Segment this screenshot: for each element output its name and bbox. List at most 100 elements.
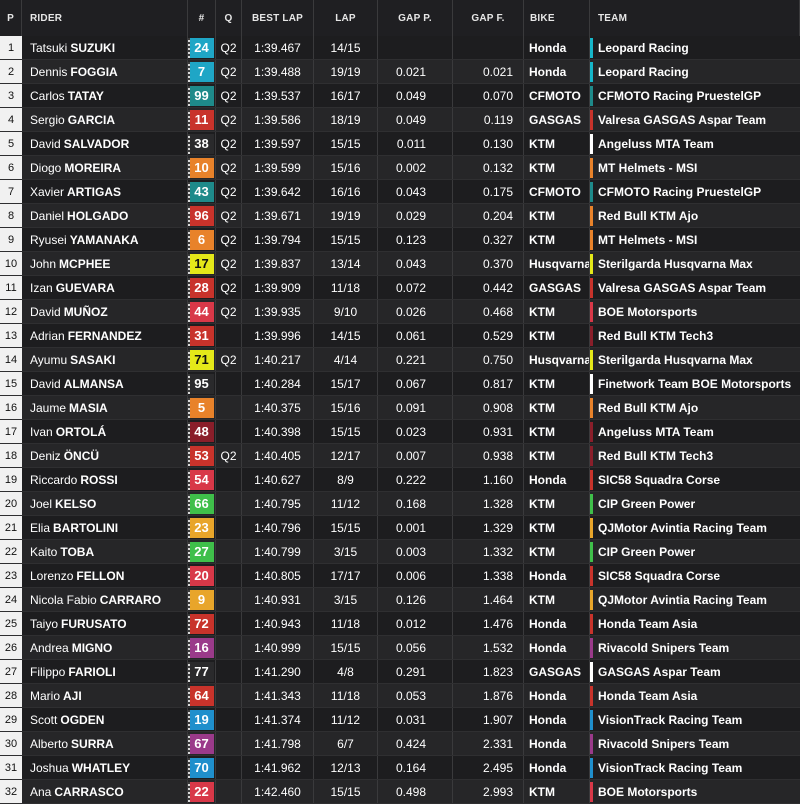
table-row[interactable]: 21 Elia BARTOLINI 23 1:40.796 15/15 0.001 1.329… bbox=[0, 516, 800, 540]
table-row[interactable]: 11 Izan GUEVARA 28 Q2 1:39.909 11/18 0.072 0.442… bbox=[0, 276, 800, 300]
rider-name[interactable]: Andrea MIGNO bbox=[22, 636, 188, 659]
rider-name[interactable]: Xavier ARTIGAS bbox=[22, 180, 188, 203]
table-row[interactable]: 10 John MCPHEE 17 Q2 1:39.837 13/14 0.043 0.370 H… bbox=[0, 252, 800, 276]
rider-name[interactable]: Izan GUEVARA bbox=[22, 276, 188, 299]
team-name[interactable]: CIP Green Power bbox=[590, 492, 800, 515]
table-row[interactable]: 3 Carlos TATAY 99 Q2 1:39.537 16/17 0.049 0.070 C… bbox=[0, 84, 800, 108]
rider-name[interactable]: John MCPHEE bbox=[22, 252, 188, 275]
table-row[interactable]: 31 Joshua WHATLEY 70 1:41.962 12/13 0.164 2.495… bbox=[0, 756, 800, 780]
table-row[interactable]: 28 Mario AJI 64 1:41.343 11/18 0.053 1.876 Honda… bbox=[0, 684, 800, 708]
table-row[interactable]: 4 Sergio GARCIA 11 Q2 1:39.586 18/19 0.049 0.119… bbox=[0, 108, 800, 132]
team-name[interactable]: SIC58 Squadra Corse bbox=[590, 564, 800, 587]
table-row[interactable]: 13 Adrian FERNANDEZ 31 1:39.996 14/15 0.061 0.5… bbox=[0, 324, 800, 348]
rider-name[interactable]: Ayumu SASAKI bbox=[22, 348, 188, 371]
team-name[interactable]: Angeluss MTA Team bbox=[590, 420, 800, 443]
team-name[interactable]: Sterilgarda Husqvarna Max bbox=[590, 348, 800, 371]
rider-name[interactable]: Riccardo ROSSI bbox=[22, 468, 188, 491]
team-name[interactable]: CIP Green Power bbox=[590, 540, 800, 563]
team-name[interactable]: Valresa GASGAS Aspar Team bbox=[590, 108, 800, 131]
team-name[interactable]: Rivacold Snipers Team bbox=[590, 732, 800, 755]
rider-name[interactable]: Sergio GARCIA bbox=[22, 108, 188, 131]
rider-name[interactable]: David MUÑOZ bbox=[22, 300, 188, 323]
team-name[interactable]: CFMOTO Racing PruestelGP bbox=[590, 84, 800, 107]
team-name[interactable]: Red Bull KTM Tech3 bbox=[590, 324, 800, 347]
header-bike[interactable]: BIKE bbox=[524, 0, 590, 36]
rider-name[interactable]: Adrian FERNANDEZ bbox=[22, 324, 188, 347]
team-name[interactable]: CFMOTO Racing PruestelGP bbox=[590, 180, 800, 203]
table-row[interactable]: 16 Jaume MASIA 5 1:40.375 15/16 0.091 0.908 KTM R… bbox=[0, 396, 800, 420]
rider-name[interactable]: Lorenzo FELLON bbox=[22, 564, 188, 587]
team-name[interactable]: QJMotor Avintia Racing Team bbox=[590, 588, 800, 611]
team-name[interactable]: Valresa GASGAS Aspar Team bbox=[590, 276, 800, 299]
table-row[interactable]: 23 Lorenzo FELLON 20 1:40.805 17/17 0.006 1.338… bbox=[0, 564, 800, 588]
team-name[interactable]: Leopard Racing bbox=[590, 60, 800, 83]
rider-name[interactable]: Mario AJI bbox=[22, 684, 188, 707]
team-name[interactable]: SIC58 Squadra Corse bbox=[590, 468, 800, 491]
table-row[interactable]: 2 Dennis FOGGIA 7 Q2 1:39.488 19/19 0.021 0.021 H… bbox=[0, 60, 800, 84]
table-row[interactable]: 24 Nicola Fabio CARRARO 9 1:40.931 3/15 0.126 1… bbox=[0, 588, 800, 612]
team-name[interactable]: Honda Team Asia bbox=[590, 684, 800, 707]
table-row[interactable]: 17 Ivan ORTOLÁ 48 1:40.398 15/15 0.023 0.931 KTM… bbox=[0, 420, 800, 444]
rider-name[interactable]: Taiyo FURUSATO bbox=[22, 612, 188, 635]
rider-name[interactable]: Diogo MOREIRA bbox=[22, 156, 188, 179]
team-name[interactable]: VisionTrack Racing Team bbox=[590, 708, 800, 731]
team-name[interactable]: VisionTrack Racing Team bbox=[590, 756, 800, 779]
rider-name[interactable]: Ryusei YAMANAKA bbox=[22, 228, 188, 251]
team-name[interactable]: QJMotor Avintia Racing Team bbox=[590, 516, 800, 539]
team-name[interactable]: Red Bull KTM Ajo bbox=[590, 396, 800, 419]
table-row[interactable]: 7 Xavier ARTIGAS 43 Q2 1:39.642 16/16 0.043 0.17… bbox=[0, 180, 800, 204]
team-name[interactable]: Red Bull KTM Ajo bbox=[590, 204, 800, 227]
team-name[interactable]: GASGAS Aspar Team bbox=[590, 660, 800, 683]
rider-name[interactable]: Ivan ORTOLÁ bbox=[22, 420, 188, 443]
header-best-lap[interactable]: BEST LAP bbox=[242, 0, 314, 36]
table-row[interactable]: 27 Filippo FARIOLI 77 1:41.290 4/8 0.291 1.823 G… bbox=[0, 660, 800, 684]
header-gap-first[interactable]: GAP F. bbox=[453, 0, 524, 36]
rider-name[interactable]: Jaume MASIA bbox=[22, 396, 188, 419]
table-row[interactable]: 20 Joel KELSO 66 1:40.795 11/12 0.168 1.328 KTM C… bbox=[0, 492, 800, 516]
table-row[interactable]: 14 Ayumu SASAKI 71 Q2 1:40.217 4/14 0.221 0.750 H… bbox=[0, 348, 800, 372]
rider-name[interactable]: Nicola Fabio CARRARO bbox=[22, 588, 188, 611]
header-pos[interactable]: P bbox=[0, 0, 22, 36]
team-name[interactable]: BOE Motorsports bbox=[590, 300, 800, 323]
team-name[interactable]: MT Helmets - MSI bbox=[590, 228, 800, 251]
table-row[interactable]: 30 Alberto SURRA 67 1:41.798 6/7 0.424 2.331 Hon… bbox=[0, 732, 800, 756]
team-name[interactable]: BOE Motorsports bbox=[590, 780, 800, 803]
rider-name[interactable]: Filippo FARIOLI bbox=[22, 660, 188, 683]
team-name[interactable]: Honda Team Asia bbox=[590, 612, 800, 635]
rider-name[interactable]: Tatsuki SUZUKI bbox=[22, 36, 188, 59]
rider-name[interactable]: Kaito TOBA bbox=[22, 540, 188, 563]
table-row[interactable]: 1 Tatsuki SUZUKI 24 Q2 1:39.467 14/15 Honda Leop… bbox=[0, 36, 800, 60]
team-name[interactable]: Rivacold Snipers Team bbox=[590, 636, 800, 659]
team-name[interactable]: Angeluss MTA Team bbox=[590, 132, 800, 155]
rider-name[interactable]: David SALVADOR bbox=[22, 132, 188, 155]
rider-name[interactable]: Carlos TATAY bbox=[22, 84, 188, 107]
team-name[interactable]: Finetwork Team BOE Motorsports bbox=[590, 372, 800, 395]
header-rider[interactable]: RIDER bbox=[22, 0, 188, 36]
rider-name[interactable]: Dennis FOGGIA bbox=[22, 60, 188, 83]
table-row[interactable]: 19 Riccardo ROSSI 54 1:40.627 8/9 0.222 1.160 Ho… bbox=[0, 468, 800, 492]
header-team[interactable]: TEAM bbox=[590, 0, 800, 36]
team-name[interactable]: Red Bull KTM Tech3 bbox=[590, 444, 800, 467]
table-row[interactable]: 8 Daniel HOLGADO 96 Q2 1:39.671 19/19 0.029 0.20… bbox=[0, 204, 800, 228]
rider-name[interactable]: Joel KELSO bbox=[22, 492, 188, 515]
rider-name[interactable]: Deniz ÖNCÜ bbox=[22, 444, 188, 467]
header-q[interactable]: Q bbox=[216, 0, 242, 36]
rider-name[interactable]: Daniel HOLGADO bbox=[22, 204, 188, 227]
rider-name[interactable]: Alberto SURRA bbox=[22, 732, 188, 755]
table-row[interactable]: 26 Andrea MIGNO 16 1:40.999 15/15 0.056 1.532 Ho… bbox=[0, 636, 800, 660]
rider-name[interactable]: Elia BARTOLINI bbox=[22, 516, 188, 539]
table-row[interactable]: 12 David MUÑOZ 44 Q2 1:39.935 9/10 0.026 0.468 KT… bbox=[0, 300, 800, 324]
table-row[interactable]: 9 Ryusei YAMANAKA 6 Q2 1:39.794 15/15 0.123 0.32… bbox=[0, 228, 800, 252]
table-row[interactable]: 25 Taiyo FURUSATO 72 1:40.943 11/18 0.012 1.476… bbox=[0, 612, 800, 636]
team-name[interactable]: MT Helmets - MSI bbox=[590, 156, 800, 179]
header-number[interactable]: # bbox=[188, 0, 216, 36]
table-row[interactable]: 15 David ALMANSA 95 1:40.284 15/17 0.067 0.817 K… bbox=[0, 372, 800, 396]
team-name[interactable]: Leopard Racing bbox=[590, 36, 800, 59]
rider-name[interactable]: David ALMANSA bbox=[22, 372, 188, 395]
team-name[interactable]: Sterilgarda Husqvarna Max bbox=[590, 252, 800, 275]
table-row[interactable]: 6 Diogo MOREIRA 10 Q2 1:39.599 15/16 0.002 0.132… bbox=[0, 156, 800, 180]
table-row[interactable]: 5 David SALVADOR 38 Q2 1:39.597 15/15 0.011 0.13… bbox=[0, 132, 800, 156]
table-row[interactable]: 18 Deniz ÖNCÜ 53 Q2 1:40.405 12/17 0.007 0.938 KT… bbox=[0, 444, 800, 468]
header-gap-previous[interactable]: GAP P. bbox=[378, 0, 453, 36]
table-row[interactable]: 32 Ana CARRASCO 22 1:42.460 15/15 0.498 2.993 KT… bbox=[0, 780, 800, 804]
